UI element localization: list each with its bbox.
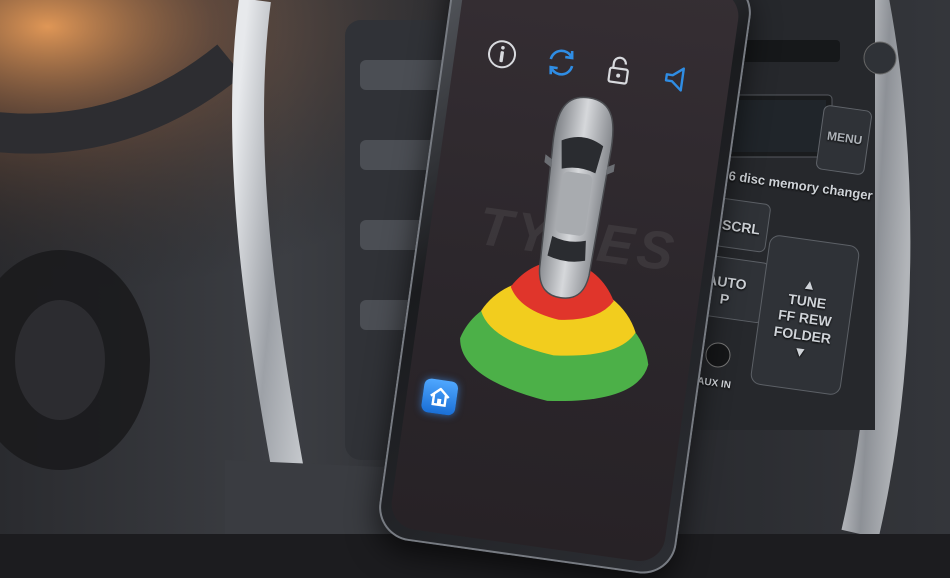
tune-rocker-button[interactable]: ▲ TUNE FF REW FOLDER ▼ <box>770 272 839 364</box>
home-button[interactable] <box>420 377 459 417</box>
home-icon <box>430 387 450 408</box>
